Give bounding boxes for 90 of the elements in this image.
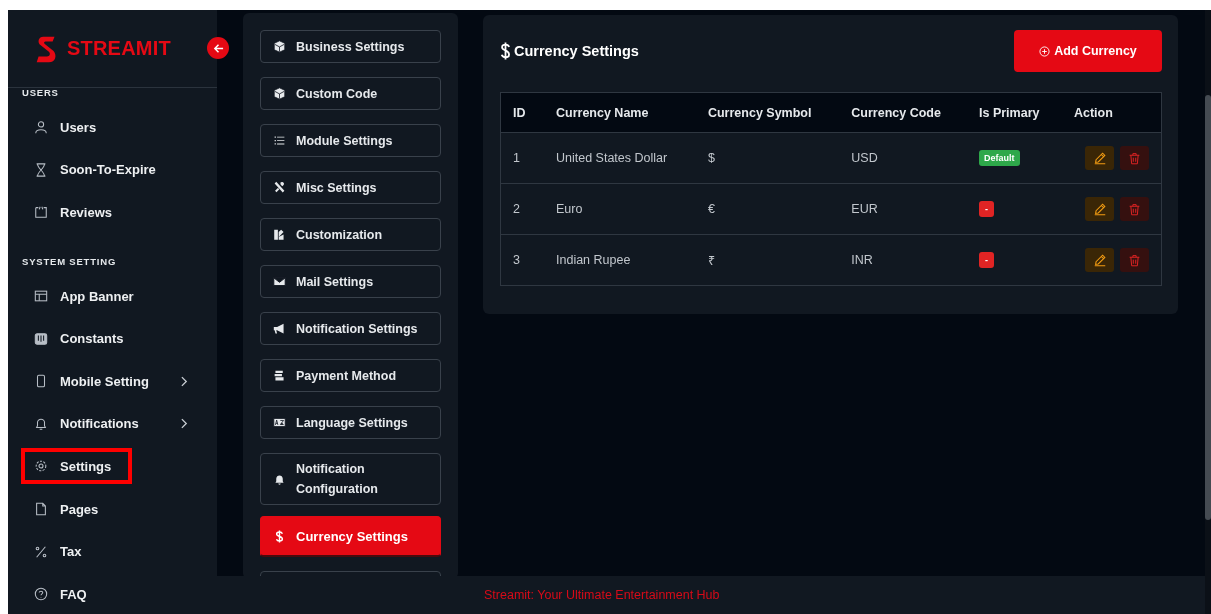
settings-menu-item[interactable]: Misc Settings [260,171,441,204]
sidebar-item[interactable]: Users [8,106,217,149]
sidebar-item[interactable]: FAQ [8,572,217,614]
settings-menu-item[interactable]: Custom Code [260,77,441,110]
settings-menu-item[interactable]: Currency Settings [260,516,441,557]
pencil-icon [1092,202,1107,216]
primary-badge: - [979,201,994,217]
sidebar-item[interactable]: App Banner [8,274,217,318]
settings-menu-item[interactable]: Business Settings [260,30,441,63]
nav-icon [34,587,48,602]
table-cell: $ [695,132,840,184]
nav-icon [34,162,48,177]
menu-icon [273,416,286,429]
table-cell: United States Dollar [544,132,696,184]
column-header: Currency Symbol [695,92,840,133]
card-title: Currency Settings [514,43,639,59]
menu-icon [273,40,286,53]
trash-icon [1128,253,1141,267]
footer-text: Streamit: Your Ultimate Entertainment Hub [484,588,720,602]
nav-icon [34,374,48,389]
nav-icon [34,502,48,517]
collapse-sidebar-button[interactable] [207,37,229,59]
settings-menu-item[interactable]: Payment Method [260,359,441,392]
table-cell: USD [839,132,967,184]
table-cell: ₹ [695,234,840,286]
sidebar-item[interactable]: Settings [21,448,132,485]
table-cell: INR [839,234,967,286]
column-header: Is Primary [967,92,1062,133]
nav-icon [34,205,48,220]
section-heading: USERS [21,87,60,100]
chevron-right-icon [181,418,188,430]
settings-menu-item[interactable]: Module Settings [260,124,441,157]
table-cell: 3 [500,234,544,286]
settings-menu-item[interactable]: Language Settings [260,406,441,439]
logo-text: STREAMIT [67,37,171,60]
trash-icon [1128,202,1141,216]
trash-icon [1128,151,1141,165]
menu-icon [273,181,286,194]
edit-button[interactable] [1085,146,1114,170]
nav-icon [34,331,48,346]
column-header: Currency Code [839,92,967,133]
sidebar-item[interactable]: Tax [8,530,217,573]
column-header: Action [1061,92,1162,133]
menu-icon [273,529,286,543]
menu-icon [273,369,286,382]
delete-button[interactable] [1120,248,1149,272]
edit-button[interactable] [1085,197,1114,221]
sidebar-item[interactable]: Constants [8,317,217,360]
plus-circle-icon [1039,45,1051,57]
sidebar-item[interactable]: Mobile Setting [8,359,217,403]
sidebar-item[interactable]: Pages [8,487,217,531]
table-cell: € [695,183,840,235]
dollar-icon [500,42,511,60]
table-cell: Euro [544,183,696,235]
settings-menu-item[interactable]: Notification Configuration [260,453,441,505]
table-cell: Indian Rupee [544,234,696,286]
column-header: ID [500,92,544,133]
nav-icon [34,459,48,474]
add-currency-button[interactable]: Add Currency [1014,30,1162,72]
nav-icon [34,416,48,431]
sidebar-item[interactable]: Reviews [8,191,217,234]
pencil-icon [1092,151,1107,165]
table-cell: EUR [839,183,967,235]
edit-button[interactable] [1085,248,1114,272]
delete-button[interactable] [1120,197,1149,221]
settings-menu-item[interactable]: Mail Settings [260,265,441,298]
settings-menu-item[interactable]: Notification Settings [260,312,441,345]
nav-icon [34,544,48,559]
delete-button[interactable] [1120,146,1149,170]
menu-icon [273,275,286,288]
sidebar-item[interactable]: Soon-To-Expire [8,148,217,192]
table-cell: 1 [500,132,544,184]
scrollbar[interactable] [1205,10,1211,614]
primary-badge: - [979,252,994,268]
nav-icon [34,120,48,135]
chevron-right-icon [181,375,188,387]
menu-icon [273,472,286,486]
pencil-icon [1092,253,1107,267]
arrow-left-icon [212,42,224,54]
menu-icon [273,228,286,241]
menu-icon [273,322,286,335]
sidebar-item[interactable]: Notifications [8,402,217,446]
section-heading: SYSTEM SETTING [21,254,118,269]
nav-icon [34,289,48,304]
table-cell: 2 [500,183,544,235]
settings-menu-item[interactable]: Customization [260,218,441,251]
primary-badge: Default [979,150,1020,166]
menu-icon [273,134,286,147]
column-header: Currency Name [544,92,696,133]
menu-icon [273,87,286,100]
